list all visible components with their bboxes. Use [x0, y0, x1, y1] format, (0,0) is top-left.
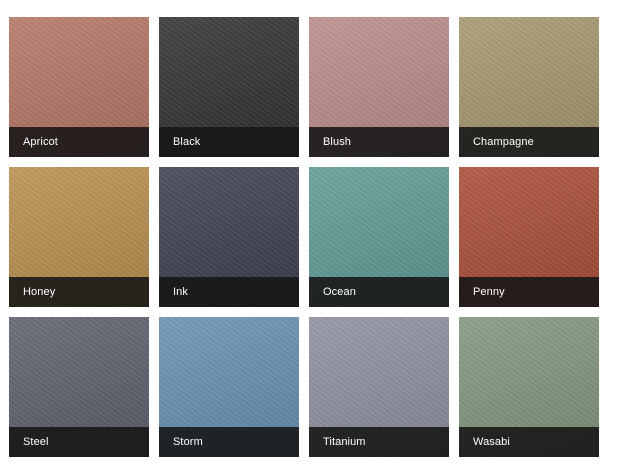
swatch-ink[interactable]: Ink: [159, 167, 299, 307]
swatch-black[interactable]: Black: [159, 17, 299, 157]
swatch-label: Wasabi: [473, 436, 510, 448]
swatch-label: Steel: [23, 436, 49, 448]
swatch-label: Blush: [323, 136, 352, 148]
swatch-label: Champagne: [473, 136, 534, 148]
swatch-steel[interactable]: Steel: [9, 317, 149, 457]
swatch-penny[interactable]: Penny: [459, 167, 599, 307]
swatch-label: Honey: [23, 286, 56, 298]
swatch-label: Black: [173, 136, 201, 148]
swatch-label: Ink: [173, 286, 188, 298]
swatch-ocean[interactable]: Ocean: [309, 167, 449, 307]
swatch-label: Ocean: [323, 286, 356, 298]
color-swatch-grid: Apricot Black Blush Champagne Honey Ink …: [9, 17, 599, 457]
swatch-titanium[interactable]: Titanium: [309, 317, 449, 457]
swatch-apricot[interactable]: Apricot: [9, 17, 149, 157]
swatch-wasabi[interactable]: Wasabi: [459, 317, 599, 457]
swatch-label: Storm: [173, 436, 203, 448]
swatch-honey[interactable]: Honey: [9, 167, 149, 307]
swatch-storm[interactable]: Storm: [159, 317, 299, 457]
swatch-label: Penny: [473, 286, 505, 298]
swatch-blush[interactable]: Blush: [309, 17, 449, 157]
swatch-label: Titanium: [323, 436, 366, 448]
swatch-champagne[interactable]: Champagne: [459, 17, 599, 157]
swatch-label: Apricot: [23, 136, 58, 148]
